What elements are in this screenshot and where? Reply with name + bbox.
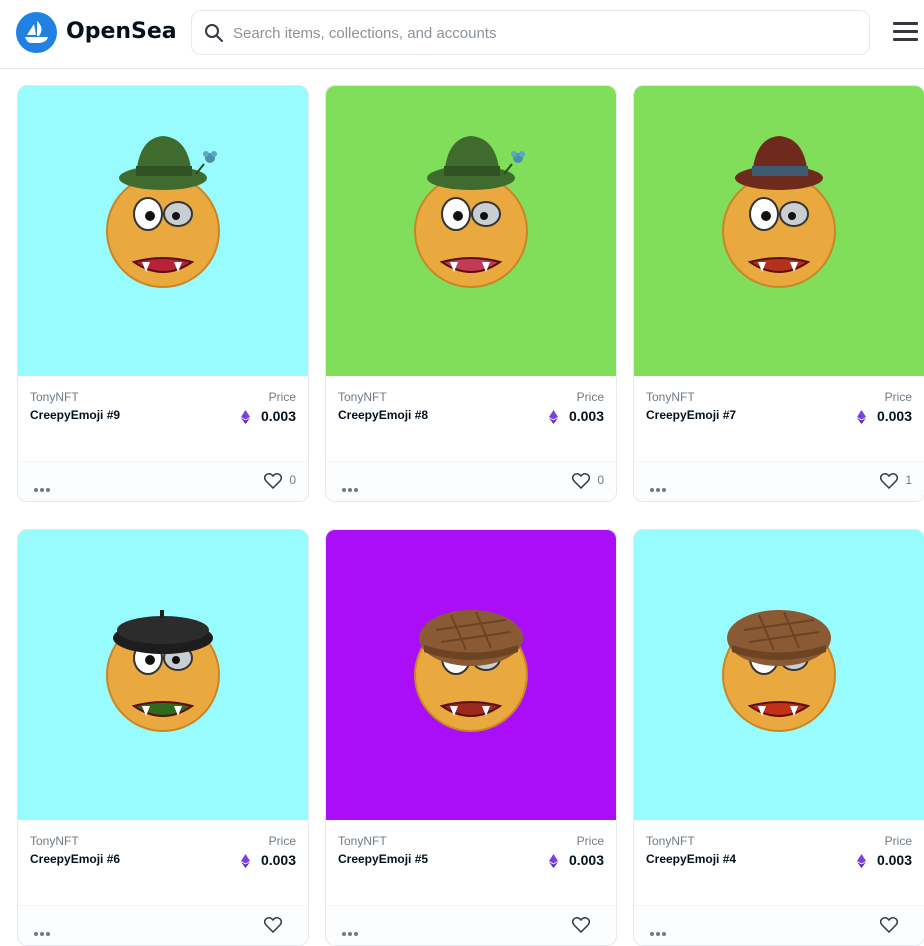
heart-icon[interactable] — [572, 917, 590, 933]
nft-image[interactable] — [18, 530, 308, 820]
more-options-icon[interactable] — [650, 923, 668, 939]
nft-info: TonyNFT CreepyEmoji #7 Price 0.003 — [634, 376, 924, 461]
nft-card[interactable]: TonyNFT CreepyEmoji #7 Price 0.003 1 — [633, 85, 924, 502]
price-value: 0.003 — [568, 852, 604, 868]
nft-artwork — [326, 86, 616, 376]
nft-artwork — [326, 530, 616, 820]
heart-icon[interactable] — [880, 917, 898, 933]
brand-name[interactable]: OpenSea — [66, 19, 177, 44]
price-label: Price — [576, 390, 604, 404]
card-footer — [18, 905, 308, 945]
search-icon — [205, 24, 223, 42]
nft-name[interactable]: CreepyEmoji #5 — [338, 852, 428, 866]
more-options-icon[interactable] — [34, 923, 52, 939]
nft-name[interactable]: CreepyEmoji #8 — [338, 408, 428, 422]
nft-card[interactable]: TonyNFT CreepyEmoji #9 Price 0.003 0 — [17, 85, 309, 502]
nft-artwork — [634, 86, 924, 376]
nft-image[interactable] — [634, 86, 924, 376]
card-footer: 0 — [326, 461, 616, 501]
nft-info: TonyNFT CreepyEmoji #5 Price 0.003 — [326, 820, 616, 905]
price-value: 0.003 — [876, 852, 912, 868]
nft-card[interactable]: TonyNFT CreepyEmoji #6 Price 0.003 — [17, 529, 309, 946]
heart-icon[interactable] — [264, 473, 282, 489]
creator-name[interactable]: TonyNFT — [30, 390, 79, 404]
nft-image[interactable] — [326, 86, 616, 376]
nft-name[interactable]: CreepyEmoji #9 — [30, 408, 120, 422]
card-footer: 1 — [634, 461, 924, 501]
heart-icon[interactable] — [572, 473, 590, 489]
card-footer — [326, 905, 616, 945]
nft-card[interactable]: TonyNFT CreepyEmoji #4 Price 0.003 — [633, 529, 924, 946]
ethereum-icon — [857, 854, 866, 868]
card-footer: 0 — [18, 461, 308, 501]
nft-info: TonyNFT CreepyEmoji #8 Price 0.003 — [326, 376, 616, 461]
ethereum-icon — [549, 410, 558, 424]
nft-card[interactable]: TonyNFT CreepyEmoji #8 Price 0.003 0 — [325, 85, 617, 502]
ethereum-icon — [549, 854, 558, 868]
search-input[interactable] — [233, 22, 853, 44]
top-nav: OpenSea — [0, 0, 924, 69]
nft-artwork — [634, 530, 924, 820]
nft-name[interactable]: CreepyEmoji #6 — [30, 852, 120, 866]
price-value: 0.003 — [260, 852, 296, 868]
nft-name[interactable]: CreepyEmoji #7 — [646, 408, 736, 422]
more-options-icon[interactable] — [342, 923, 360, 939]
nft-image[interactable] — [18, 86, 308, 376]
price-label: Price — [576, 834, 604, 848]
price-label: Price — [884, 834, 912, 848]
heart-icon[interactable] — [264, 917, 282, 933]
more-options-icon[interactable] — [342, 479, 360, 495]
more-options-icon[interactable] — [34, 479, 52, 495]
opensea-logo-icon[interactable] — [16, 12, 57, 53]
creator-name[interactable]: TonyNFT — [30, 834, 79, 848]
creator-name[interactable]: TonyNFT — [646, 390, 695, 404]
nft-name[interactable]: CreepyEmoji #4 — [646, 852, 736, 866]
nft-image[interactable] — [326, 530, 616, 820]
creator-name[interactable]: TonyNFT — [646, 834, 695, 848]
nft-artwork — [18, 530, 308, 820]
price-label: Price — [884, 390, 912, 404]
ethereum-icon — [241, 854, 250, 868]
price-value: 0.003 — [260, 408, 296, 424]
nft-artwork — [18, 86, 308, 376]
ethereum-icon — [241, 410, 250, 424]
heart-icon[interactable] — [880, 473, 898, 489]
price-label: Price — [268, 834, 296, 848]
nft-info: TonyNFT CreepyEmoji #9 Price 0.003 — [18, 376, 308, 461]
nft-info: TonyNFT CreepyEmoji #6 Price 0.003 — [18, 820, 308, 905]
price-value: 0.003 — [568, 408, 604, 424]
card-footer — [634, 905, 924, 945]
like-count: 0 — [597, 473, 604, 487]
price-label: Price — [268, 390, 296, 404]
nft-image[interactable] — [634, 530, 924, 820]
like-count: 0 — [289, 473, 296, 487]
creator-name[interactable]: TonyNFT — [338, 834, 387, 848]
ethereum-icon — [857, 410, 866, 424]
like-count: 1 — [905, 473, 912, 487]
price-value: 0.003 — [876, 408, 912, 424]
nft-info: TonyNFT CreepyEmoji #4 Price 0.003 — [634, 820, 924, 905]
nft-card[interactable]: TonyNFT CreepyEmoji #5 Price 0.003 — [325, 529, 617, 946]
hamburger-menu-icon[interactable] — [893, 22, 918, 42]
creator-name[interactable]: TonyNFT — [338, 390, 387, 404]
more-options-icon[interactable] — [650, 479, 668, 495]
search-bar[interactable] — [191, 10, 870, 55]
